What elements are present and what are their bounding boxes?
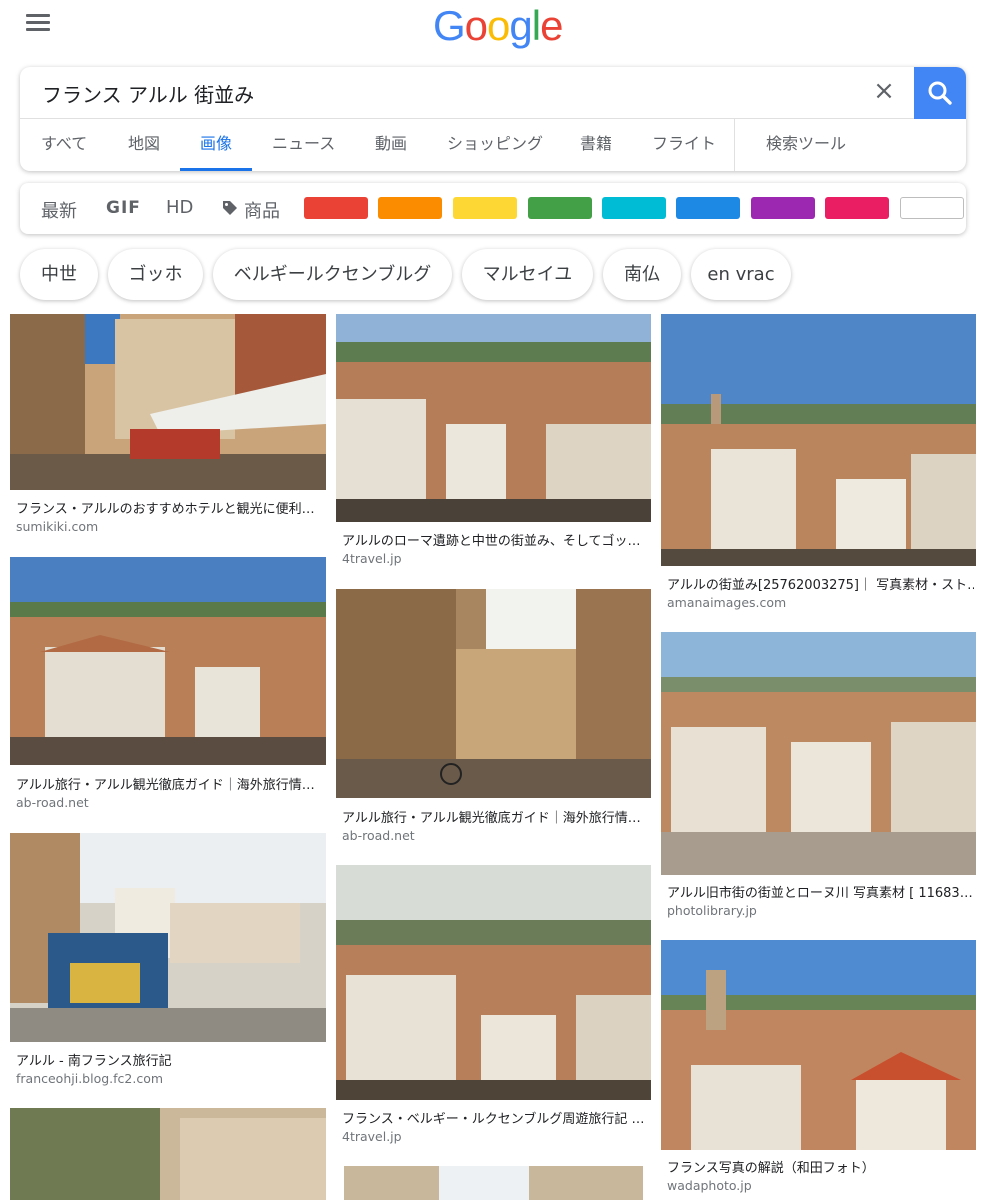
tab-books[interactable]: 書籍 (580, 119, 612, 171)
top-bar: Google (0, 0, 986, 60)
chip-en-vrac[interactable]: en vrac (691, 249, 791, 300)
result-source: ab-road.net (16, 795, 89, 810)
tab-divider (734, 119, 735, 171)
search-card: フランス アルル 街並み × すべて 地図 画像 ニュース 動画 ショッピング … (20, 67, 966, 171)
result-thumbnail[interactable] (344, 1166, 643, 1200)
filter-latest[interactable]: 最新 (41, 197, 77, 223)
image-result[interactable]: アルル旅行・アルル観光徹底ガイド｜海外旅行情… ab-road.net (10, 557, 326, 815)
tab-videos[interactable]: 動画 (375, 119, 407, 171)
tag-icon (223, 201, 237, 215)
filter-products[interactable]: 商品 (244, 197, 280, 223)
filter-hd[interactable]: HD (166, 197, 193, 218)
color-filter-red[interactable] (304, 197, 368, 219)
chip-gogh[interactable]: ゴッホ (108, 249, 203, 300)
result-thumbnail[interactable] (336, 589, 651, 798)
result-title: アルル - 南フランス旅行記 (16, 1054, 172, 1069)
tab-shopping[interactable]: ショッピング (447, 119, 543, 171)
color-filter-orange[interactable] (378, 197, 442, 219)
result-title: アルル旧市街の街並とローヌ川 写真素材 [ 11683… (667, 886, 973, 901)
result-thumbnail[interactable] (661, 314, 976, 566)
result-title: フランス写真の解説（和田フォト） (667, 1161, 875, 1176)
result-title: フランス・ベルギー・ルクセンブルグ周遊旅行記 … (342, 1112, 645, 1127)
image-result[interactable]: フランス写真の解説（和田フォト） wadaphoto.jp (661, 940, 976, 1196)
image-result[interactable]: アルルのローマ遺跡と中世の街並み、そしてゴッ… 4travel.jp (336, 314, 651, 572)
result-source: wadaphoto.jp (667, 1178, 752, 1193)
result-thumbnail[interactable] (10, 557, 326, 765)
filter-gif[interactable]: GIF (106, 198, 141, 218)
tab-all[interactable]: すべて (41, 119, 87, 171)
result-source: franceohji.blog.fc2.com (16, 1071, 164, 1086)
result-title: アルル旅行・アルル観光徹底ガイド｜海外旅行情… (342, 811, 641, 826)
result-source: 4travel.jp (342, 551, 402, 566)
image-result[interactable]: アルル - 南フランス旅行記 franceohji.blog.fc2.com (10, 833, 326, 1093)
logo-letter: e (540, 2, 563, 49)
color-filter-blue[interactable] (676, 197, 740, 219)
image-result[interactable]: フランス・ベルギー・ルクセンブルグ周遊旅行記 … 4travel.jp (336, 865, 651, 1148)
chip-medieval[interactable]: 中世 (20, 249, 98, 300)
tab-images[interactable]: 画像 (179, 119, 253, 171)
color-filter-yellow[interactable] (453, 197, 517, 219)
logo-letter: o (464, 2, 488, 49)
search-button[interactable] (914, 67, 966, 119)
image-result[interactable]: アルル旅行・アルル観光徹底ガイド｜海外旅行情… ab-road.net (336, 589, 651, 849)
result-title: フランス・アルルのおすすめホテルと観光に便利… (16, 502, 315, 517)
logo-letter: g (509, 2, 532, 49)
close-icon[interactable]: × (872, 78, 896, 104)
search-tabs: すべて 地図 画像 ニュース 動画 ショッピング 書籍 フライト 検索ツール (20, 119, 966, 171)
result-source: 4travel.jp (342, 1129, 402, 1144)
result-source: photolibrary.jp (667, 903, 757, 918)
tab-maps[interactable]: 地図 (128, 119, 160, 171)
chip-marseille[interactable]: マルセイユ (462, 249, 593, 300)
result-thumbnail[interactable] (661, 632, 976, 875)
image-result[interactable]: アルル旧市街の街並とローヌ川 写真素材 [ 11683… photolibrar… (661, 632, 976, 922)
filter-bar: 最新 GIF HD 商品 (20, 183, 966, 234)
tab-search-tools[interactable]: 検索ツール (766, 119, 846, 171)
color-filter-teal[interactable] (602, 197, 666, 219)
result-title: アルル旅行・アルル観光徹底ガイド｜海外旅行情… (16, 778, 315, 793)
search-icon (928, 81, 952, 105)
result-thumbnail[interactable] (10, 1108, 326, 1200)
result-source: sumikiki.com (16, 519, 99, 534)
color-filter-white[interactable] (900, 197, 964, 219)
chip-south-france[interactable]: 南仏 (603, 249, 681, 300)
tab-flights[interactable]: フライト (652, 119, 716, 171)
chip-belgium-luxembourg[interactable]: ベルギールクセンブルグ (213, 249, 452, 300)
result-thumbnail[interactable] (10, 833, 326, 1042)
result-source: amanaimages.com (667, 595, 787, 610)
search-input[interactable]: フランス アルル 街並み (42, 79, 254, 108)
google-logo[interactable]: Google (433, 2, 563, 50)
logo-letter: l (531, 2, 541, 49)
image-result[interactable]: フランス・アルルのおすすめホテルと観光に便利… sumikiki.com (10, 314, 326, 540)
image-result[interactable] (344, 1166, 643, 1200)
result-thumbnail[interactable] (661, 940, 976, 1150)
hamburger-menu-icon[interactable] (26, 14, 52, 34)
tab-news[interactable]: ニュース (272, 119, 335, 171)
search-box: フランス アルル 街並み × (20, 67, 966, 119)
color-filter-pink[interactable] (825, 197, 889, 219)
logo-letter: o (487, 2, 510, 49)
result-thumbnail[interactable] (336, 865, 651, 1100)
color-filter-purple[interactable] (751, 197, 815, 219)
result-title: アルルの街並み[25762003275]｜ 写真素材・スト… (667, 578, 974, 593)
image-result[interactable]: アルルの街並み[25762003275]｜ 写真素材・スト… amanaimag… (661, 314, 976, 614)
result-thumbnail[interactable] (336, 314, 651, 522)
color-filter-green[interactable] (528, 197, 592, 219)
logo-letter: G (433, 2, 466, 49)
result-thumbnail[interactable] (10, 314, 326, 490)
image-result[interactable] (10, 1108, 326, 1200)
result-source: ab-road.net (342, 828, 415, 843)
result-title: アルルのローマ遺跡と中世の街並み、そしてゴッ… (342, 534, 641, 549)
